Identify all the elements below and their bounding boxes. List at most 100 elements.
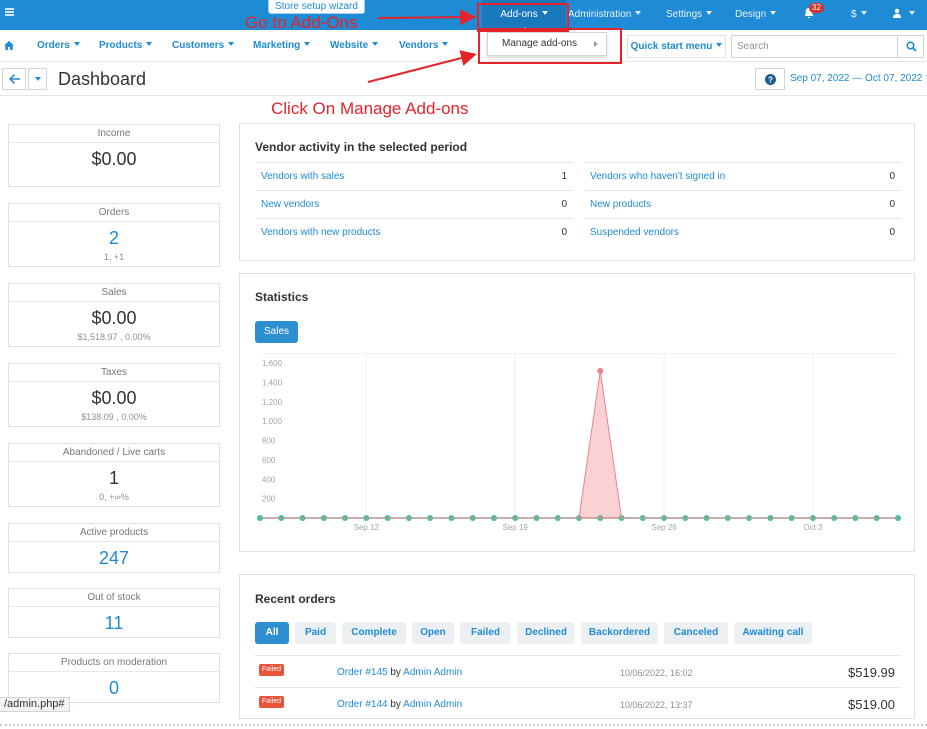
status-bar-url: /admin.php# xyxy=(0,697,70,712)
order-row: Failed Order #145 by Admin Admin 10/06/2… xyxy=(255,655,901,687)
y-tick-label: 400 xyxy=(262,475,276,484)
filter-open[interactable]: Open xyxy=(412,622,454,644)
vendor-row-label[interactable]: New products xyxy=(590,191,651,218)
order-total: $519.99 xyxy=(848,665,895,680)
series-area xyxy=(260,370,898,519)
store-setup-wizard-button[interactable]: Store setup wizard xyxy=(268,0,365,14)
stat-sub: $138.09 , 0.00% xyxy=(81,412,147,422)
stat-value: $0.00 xyxy=(91,308,137,328)
filter-declined[interactable]: Declined xyxy=(517,622,575,644)
administration-menu[interactable]: Administration xyxy=(568,0,641,30)
sales-tab[interactable]: Sales xyxy=(255,321,298,343)
date-range-picker[interactable]: Sep 07, 2022 — Oct 07, 2022 xyxy=(790,73,927,84)
order-by: by xyxy=(390,699,401,710)
nav-vendors[interactable]: Vendors xyxy=(399,30,448,62)
panel-title: Vendor activity in the selected period xyxy=(255,140,468,154)
y-tick-label: 600 xyxy=(262,456,276,465)
stat-title: Income xyxy=(9,125,219,143)
currency-menu[interactable]: $ xyxy=(851,0,867,30)
income-card: Income $0.00 xyxy=(8,124,220,187)
sales-chart: 1,600 1,400 1,200 1,000 800 600 400 200 Sep 12 Se… xyxy=(257,353,901,532)
y-tick-label: 1,200 xyxy=(262,398,283,407)
y-tick-label: 1,400 xyxy=(262,378,283,387)
vendor-row-value: 0 xyxy=(561,227,567,238)
y-tick-label: 200 xyxy=(262,495,276,504)
design-menu[interactable]: Design xyxy=(735,0,776,30)
y-tick-label: 800 xyxy=(262,437,276,446)
order-total: $519.00 xyxy=(848,697,895,712)
filter-awaiting-call[interactable]: Awaiting call xyxy=(734,622,812,644)
back-dropdown-button[interactable] xyxy=(28,68,47,90)
menu-icon[interactable] xyxy=(5,8,14,17)
stat-title: Abandoned / Live carts xyxy=(9,444,219,462)
vendor-row-label[interactable]: Suspended vendors xyxy=(590,219,679,246)
user-icon xyxy=(893,8,901,18)
vendor-row-label[interactable]: Vendors with new products xyxy=(261,219,381,246)
notifications-badge: 32 xyxy=(809,3,824,13)
stat-value-link[interactable]: 11 xyxy=(9,612,219,634)
vendor-row[interactable]: Vendors with sales 1 xyxy=(256,162,573,189)
series-point xyxy=(597,367,604,374)
stat-value-link[interactable]: 2 xyxy=(9,227,219,249)
help-button[interactable]: ? xyxy=(755,68,785,90)
vendor-row-value: 1 xyxy=(561,171,567,182)
customer-link[interactable]: Admin Admin xyxy=(403,667,462,678)
stat-title: Products on moderation xyxy=(9,654,219,672)
nav-customers[interactable]: Customers xyxy=(172,30,234,62)
stat-value-link[interactable]: 247 xyxy=(9,547,219,569)
back-button[interactable] xyxy=(2,68,26,90)
quick-start-menu-button[interactable]: Quick start menu xyxy=(627,35,726,58)
stat-title: Out of stock xyxy=(9,589,219,607)
sales-card: Sales $0.00 $1,518.97 , 0.00% xyxy=(8,283,220,347)
stat-sub: 1, +1 xyxy=(103,252,125,262)
filter-all[interactable]: All xyxy=(255,622,289,644)
vendor-row[interactable]: New products 0 xyxy=(585,190,901,217)
out-of-stock-card: Out of stock 11 xyxy=(8,588,220,638)
panel-title: Statistics xyxy=(255,290,309,304)
vendor-row[interactable]: Vendors who haven't signed in 0 xyxy=(585,162,901,189)
vendor-row[interactable]: Suspended vendors 0 xyxy=(585,218,901,245)
user-menu[interactable] xyxy=(892,0,915,30)
svg-text:?: ? xyxy=(768,76,773,85)
status-badge: Failed xyxy=(259,696,285,708)
search-button[interactable] xyxy=(897,35,924,58)
vendor-row-label[interactable]: Vendors who haven't signed in xyxy=(590,163,725,190)
page-edge-divider xyxy=(0,724,927,726)
y-tick-label: 1,000 xyxy=(262,417,283,426)
customer-link[interactable]: Admin Admin xyxy=(403,699,462,710)
annotation-goto-addons: Go to Add-Ons xyxy=(245,13,358,32)
nav-marketing[interactable]: Marketing xyxy=(253,30,310,62)
order-link[interactable]: Order #144 xyxy=(337,699,388,710)
page-title: Dashboard xyxy=(58,69,147,89)
nav-website[interactable]: Website xyxy=(330,30,378,62)
vendor-row-label[interactable]: New vendors xyxy=(261,191,319,218)
home-icon[interactable] xyxy=(4,41,14,50)
stat-sub: $1,518.97 , 0.00% xyxy=(77,332,151,342)
filter-backordered[interactable]: Backordered xyxy=(581,622,658,644)
filter-canceled[interactable]: Canceled xyxy=(664,622,728,644)
settings-menu[interactable]: Settings xyxy=(666,0,712,30)
vendor-row[interactable]: New vendors 0 xyxy=(256,190,573,217)
stat-value: 1 xyxy=(108,468,119,488)
filter-paid[interactable]: Paid xyxy=(295,622,336,644)
stat-title: Active products xyxy=(9,524,219,542)
search-input[interactable] xyxy=(731,35,898,58)
stat-title: Sales xyxy=(9,284,219,302)
x-tick-label: Oct 3 xyxy=(803,523,823,532)
order-link[interactable]: Order #145 xyxy=(337,667,388,678)
nav-orders[interactable]: Orders xyxy=(37,30,80,62)
stat-value-link[interactable]: 0 xyxy=(9,677,219,699)
nav-products[interactable]: Products xyxy=(99,30,152,62)
panel-title: Recent orders xyxy=(255,592,336,606)
vendor-row-label[interactable]: Vendors with sales xyxy=(261,163,344,190)
filter-failed[interactable]: Failed xyxy=(460,622,511,644)
orders-card: Orders 2 1, +1 xyxy=(8,203,220,267)
stat-sub: 0, +∞% xyxy=(99,492,129,502)
stat-title: Orders xyxy=(9,204,219,222)
filter-complete[interactable]: Complete xyxy=(342,622,406,644)
x-tick-label: Sep 19 xyxy=(503,523,529,532)
search-icon xyxy=(906,41,917,52)
vendor-row[interactable]: Vendors with new products 0 xyxy=(256,218,573,245)
taxes-card: Taxes $0.00 $138.09 , 0.00% xyxy=(8,363,220,427)
annotation-click-manage: Click On Manage Add-ons xyxy=(271,99,469,118)
